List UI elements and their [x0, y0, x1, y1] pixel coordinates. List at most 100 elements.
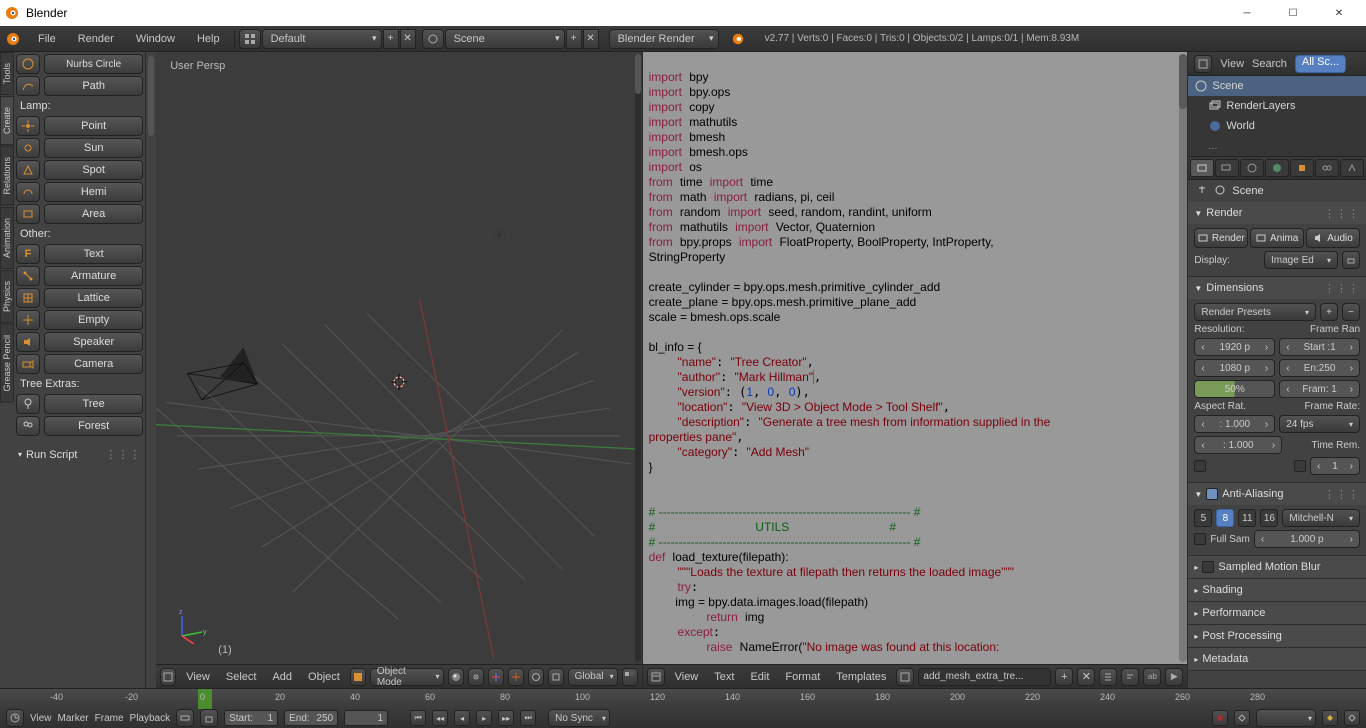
- jump-end-icon[interactable]: ⏭: [520, 710, 536, 726]
- add-camera-button[interactable]: Camera: [44, 354, 143, 374]
- panel-aa-head[interactable]: ▼Anti-Aliasing⋮⋮⋮: [1188, 483, 1366, 505]
- text-datablock-name[interactable]: add_mesh_extra_tre...: [918, 668, 1051, 686]
- add-spot-button[interactable]: Spot: [44, 160, 143, 180]
- smb-check[interactable]: [1202, 561, 1214, 573]
- word-wrap-icon[interactable]: [1121, 668, 1139, 686]
- add-nurbs-circle-button[interactable]: Nurbs Circle: [44, 54, 143, 74]
- layers-icon[interactable]: [622, 668, 638, 686]
- code-area[interactable]: import bpy import bpy.ops import copy im…: [643, 52, 1188, 664]
- tl-lock-icon[interactable]: [200, 709, 218, 727]
- maximize-button[interactable]: ☐: [1270, 0, 1316, 26]
- res-y-field[interactable]: ‹1080 p›: [1194, 359, 1275, 377]
- aa-filter-dropdown[interactable]: Mitchell-N▾: [1282, 509, 1360, 527]
- tl-end-field[interactable]: End:250: [284, 710, 338, 726]
- delete-layout-button[interactable]: ✕: [400, 29, 416, 49]
- tl-start-field[interactable]: Start:1: [224, 710, 278, 726]
- play-reverse-icon[interactable]: ◂: [454, 710, 470, 726]
- add-empty-button[interactable]: Empty: [44, 310, 143, 330]
- aa-16[interactable]: 16: [1260, 509, 1278, 527]
- menu-view[interactable]: View: [180, 671, 216, 683]
- tl-menu-marker[interactable]: Marker: [58, 713, 89, 724]
- display-dropdown[interactable]: Image Ed▾: [1264, 251, 1338, 269]
- panel-smb-head[interactable]: ▸Sampled Motion Blur: [1188, 556, 1366, 578]
- fps-dropdown[interactable]: 24 fps▾: [1279, 415, 1360, 433]
- delete-scene-button[interactable]: ✕: [583, 29, 599, 49]
- add-sun-button[interactable]: Sun: [44, 138, 143, 158]
- render-button[interactable]: Render: [1194, 228, 1248, 248]
- aspect-y-field[interactable]: ‹: 1.000›: [1194, 436, 1282, 454]
- play-icon[interactable]: ▸: [476, 710, 492, 726]
- tl-current-field[interactable]: 1: [344, 710, 388, 726]
- scale-manipulator-icon[interactable]: [548, 668, 564, 686]
- tr-old-field[interactable]: ‹1›: [1310, 457, 1360, 475]
- layout-dropdown[interactable]: Default: [262, 29, 382, 49]
- tab-scene-icon[interactable]: [1240, 159, 1264, 177]
- frame-start-field[interactable]: ‹Start :1›: [1279, 338, 1360, 356]
- screen-browse-icon[interactable]: [239, 29, 261, 49]
- fullsample-check[interactable]: [1194, 533, 1206, 545]
- aa-11[interactable]: 11: [1238, 509, 1256, 527]
- scene-browse-icon[interactable]: [422, 29, 444, 49]
- audio-button[interactable]: Audio: [1306, 228, 1360, 248]
- run-script-icon[interactable]: ▶: [1165, 668, 1183, 686]
- pin-icon[interactable]: [1196, 184, 1208, 199]
- aspect-x-field[interactable]: ‹: 1.000›: [1194, 415, 1275, 433]
- engine-dropdown[interactable]: Blender Render: [609, 29, 719, 49]
- next-key-icon[interactable]: ▸▸: [498, 710, 514, 726]
- add-tree-button[interactable]: Tree: [44, 394, 143, 414]
- prev-key-icon[interactable]: ◂◂: [432, 710, 448, 726]
- tab-object-icon[interactable]: [1290, 159, 1314, 177]
- tab-relations[interactable]: Relations: [0, 146, 14, 206]
- keyingset-icon[interactable]: [1234, 710, 1250, 726]
- outliner-renderlayers-row[interactable]: RenderLayers: [1188, 96, 1366, 116]
- ol-menu-view[interactable]: View: [1220, 58, 1244, 70]
- tab-create[interactable]: Create: [0, 96, 14, 145]
- menu-help[interactable]: Help: [187, 28, 230, 50]
- res-pct-field[interactable]: 50%: [1194, 380, 1275, 398]
- delete-key-icon[interactable]: [1344, 710, 1360, 726]
- preset-add-icon[interactable]: +: [1320, 303, 1338, 321]
- panel-render-head[interactable]: ▼Render⋮⋮⋮: [1188, 202, 1366, 224]
- tab-animation[interactable]: Animation: [0, 207, 14, 269]
- add-lattice-button[interactable]: Lattice: [44, 288, 143, 308]
- minimize-button[interactable]: ─: [1224, 0, 1270, 26]
- menu-select[interactable]: Select: [220, 671, 263, 683]
- add-area-button[interactable]: Area: [44, 204, 143, 224]
- add-hemi-button[interactable]: Hemi: [44, 182, 143, 202]
- add-path-button[interactable]: Path: [44, 76, 143, 96]
- te-menu-templates[interactable]: Templates: [830, 671, 892, 683]
- menu-render[interactable]: Render: [68, 28, 124, 50]
- translate-manipulator-icon[interactable]: [508, 668, 524, 686]
- animation-button[interactable]: Anima: [1250, 228, 1304, 248]
- panel-dim-head[interactable]: ▼Dimensions⋮⋮⋮: [1188, 277, 1366, 299]
- outliner-type-icon[interactable]: [1194, 55, 1212, 73]
- tl-range-icon[interactable]: [176, 709, 194, 727]
- add-point-button[interactable]: Point: [44, 116, 143, 136]
- tl-menu-view[interactable]: View: [30, 713, 52, 724]
- ol-menu-search[interactable]: Search: [1252, 58, 1287, 70]
- ol-scope-button[interactable]: All Sc...: [1295, 55, 1346, 73]
- tab-grease-pencil[interactable]: Grease Pencil: [0, 324, 14, 403]
- tab-tools[interactable]: Tools: [0, 52, 14, 95]
- tab-physics[interactable]: Physics: [0, 270, 14, 323]
- insert-key-icon[interactable]: [1322, 710, 1338, 726]
- timeline-ruler[interactable]: -40 -20 0 20 40 60 80 100 120 140 160 18…: [0, 689, 1366, 709]
- timeremap-check[interactable]: [1294, 460, 1306, 472]
- editor-type-icon[interactable]: [160, 668, 176, 686]
- aa-size-field[interactable]: ‹1.000 p›: [1254, 530, 1360, 548]
- syntax-highlight-icon[interactable]: ab: [1143, 668, 1161, 686]
- aa-8[interactable]: 8: [1216, 509, 1234, 527]
- menu-object[interactable]: Object: [302, 671, 346, 683]
- text-databrowse-icon[interactable]: [896, 668, 914, 686]
- menu-add[interactable]: Add: [266, 671, 298, 683]
- add-forest-button[interactable]: Forest: [44, 416, 143, 436]
- tl-menu-playback[interactable]: Playback: [130, 713, 171, 724]
- te-menu-view[interactable]: View: [669, 671, 705, 683]
- orientation-dropdown[interactable]: Global: [568, 668, 618, 686]
- tab-render-icon[interactable]: [1190, 159, 1214, 177]
- tl-menu-frame[interactable]: Frame: [95, 713, 124, 724]
- menu-file[interactable]: File: [28, 28, 66, 50]
- tab-world-icon[interactable]: [1265, 159, 1289, 177]
- line-numbers-icon[interactable]: [1099, 668, 1117, 686]
- autokey-icon[interactable]: [1212, 710, 1228, 726]
